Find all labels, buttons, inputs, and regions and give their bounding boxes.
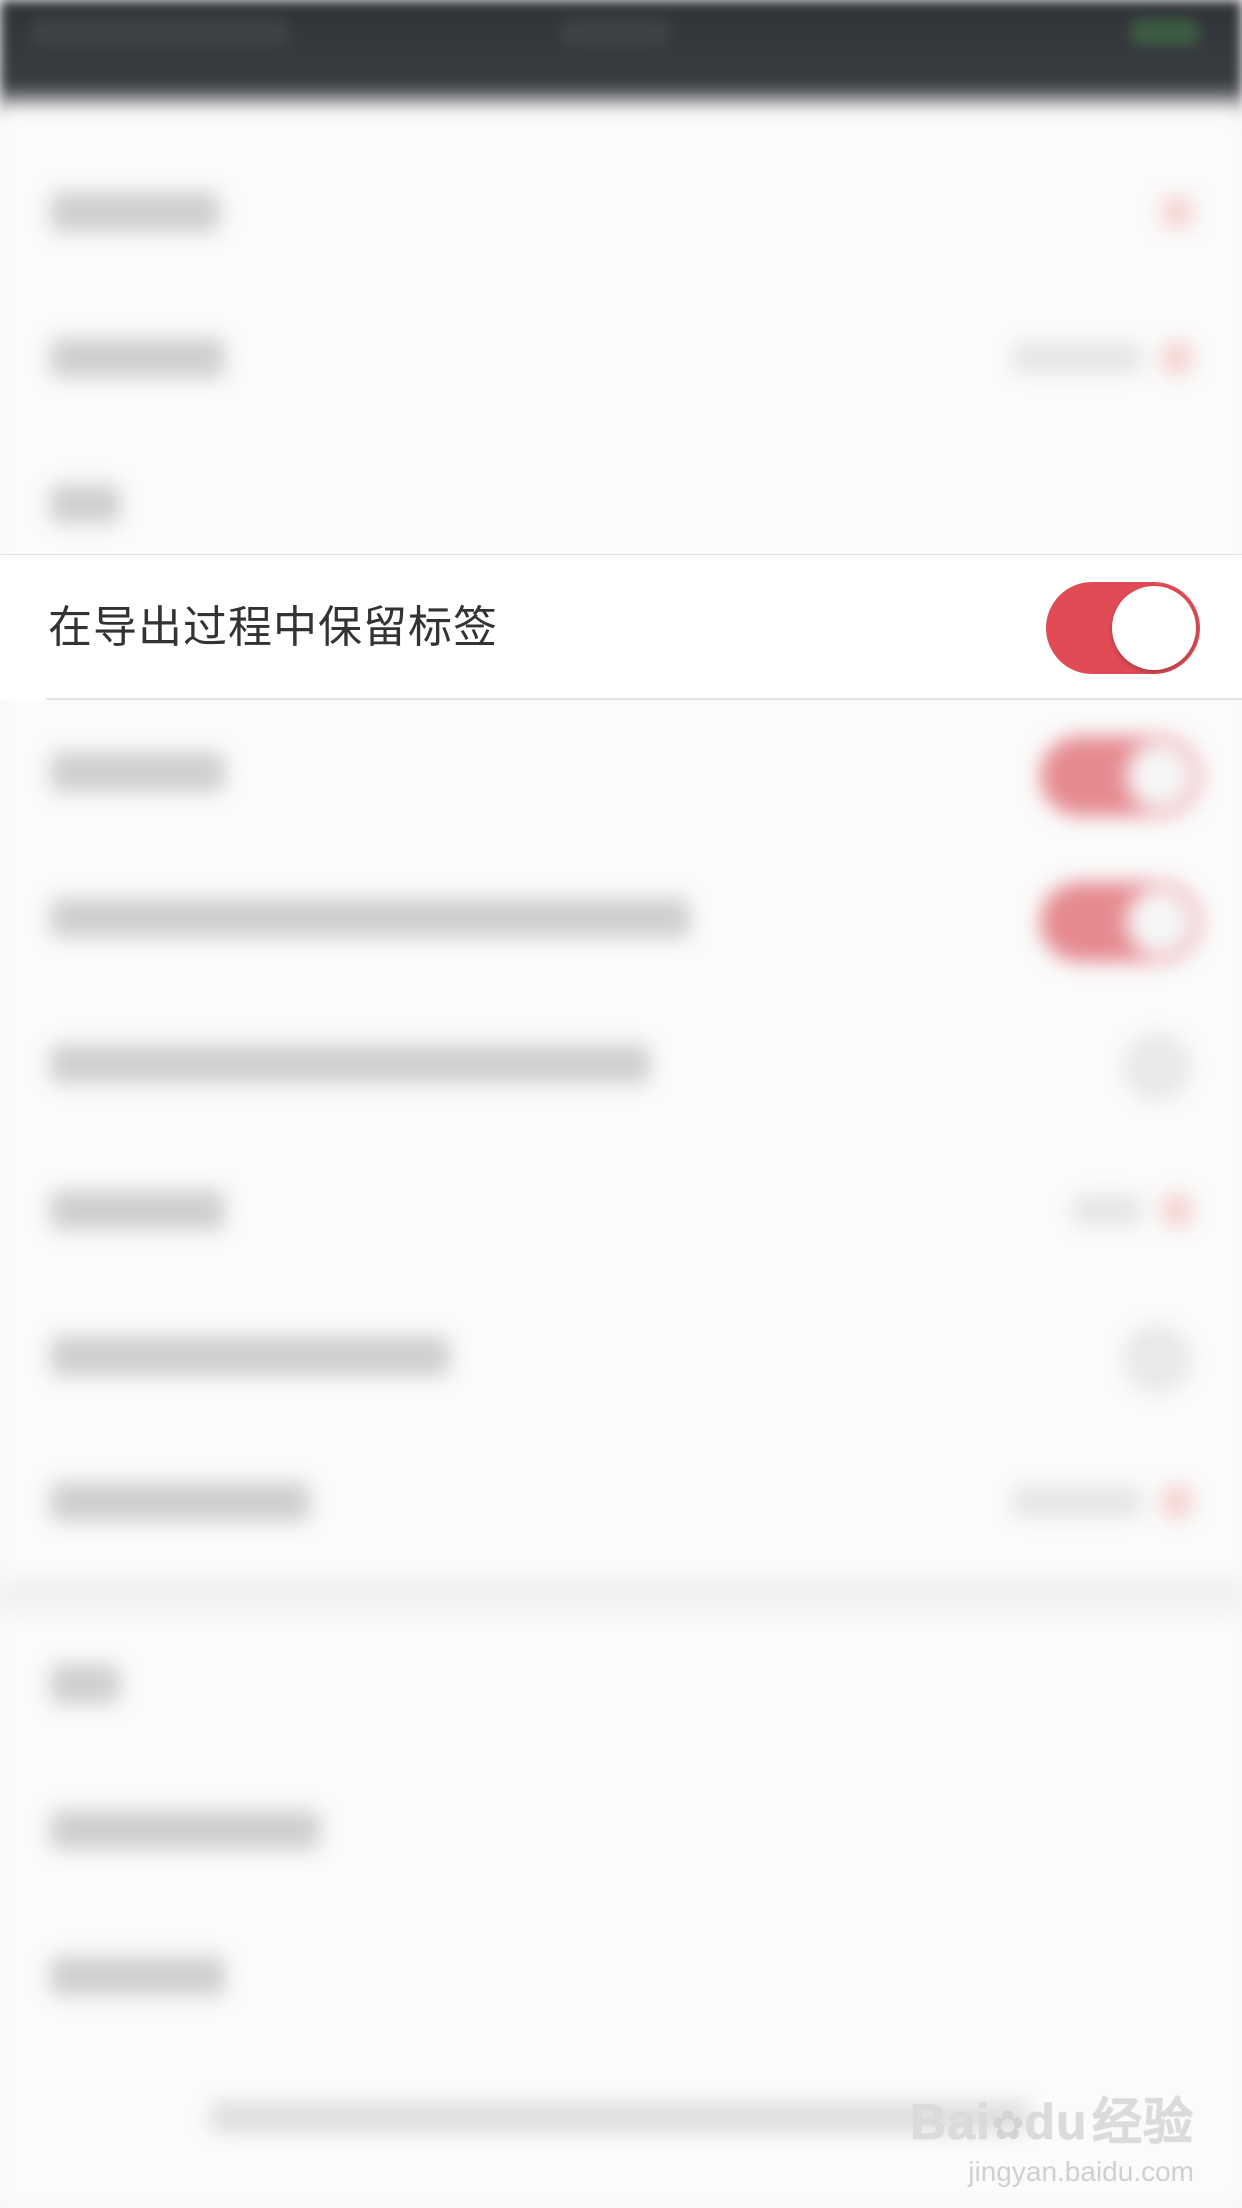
toggle-thumb[interactable] (1112, 586, 1196, 670)
keep-tags-on-export-label: 在导出过程中保留标签 (48, 602, 498, 653)
blurred-row (0, 1284, 1242, 1430)
blurred-row (0, 846, 1242, 992)
paw-icon: ✿ (990, 2104, 1025, 2148)
row-divider (46, 698, 1242, 700)
blurred-row (0, 1904, 1242, 2050)
keep-tags-on-export-row: 在导出过程中保留标签 (0, 554, 1242, 700)
blurred-settings-list (0, 110, 1242, 2208)
blurred-row (0, 140, 1242, 286)
blurred-row (0, 700, 1242, 846)
blurred-row (0, 1758, 1242, 1904)
blurred-row (0, 1138, 1242, 1284)
watermark-brand-du: du (1024, 2094, 1088, 2150)
watermark-brand-cn: 经验 (1092, 2094, 1194, 2150)
blurred-row (0, 1430, 1242, 1576)
watermark-brand: Bai (910, 2094, 991, 2150)
baidu-jingyan-watermark: Bai✿du 经验 jingyan.baidu.com (910, 2082, 1194, 2188)
keep-tags-on-export-toggle[interactable] (1046, 582, 1200, 674)
blurred-row (0, 286, 1242, 432)
status-bar (0, 0, 1242, 120)
blurred-row (0, 1612, 1242, 1758)
watermark-url: jingyan.baidu.com (968, 2156, 1194, 2187)
blurred-row (0, 992, 1242, 1138)
